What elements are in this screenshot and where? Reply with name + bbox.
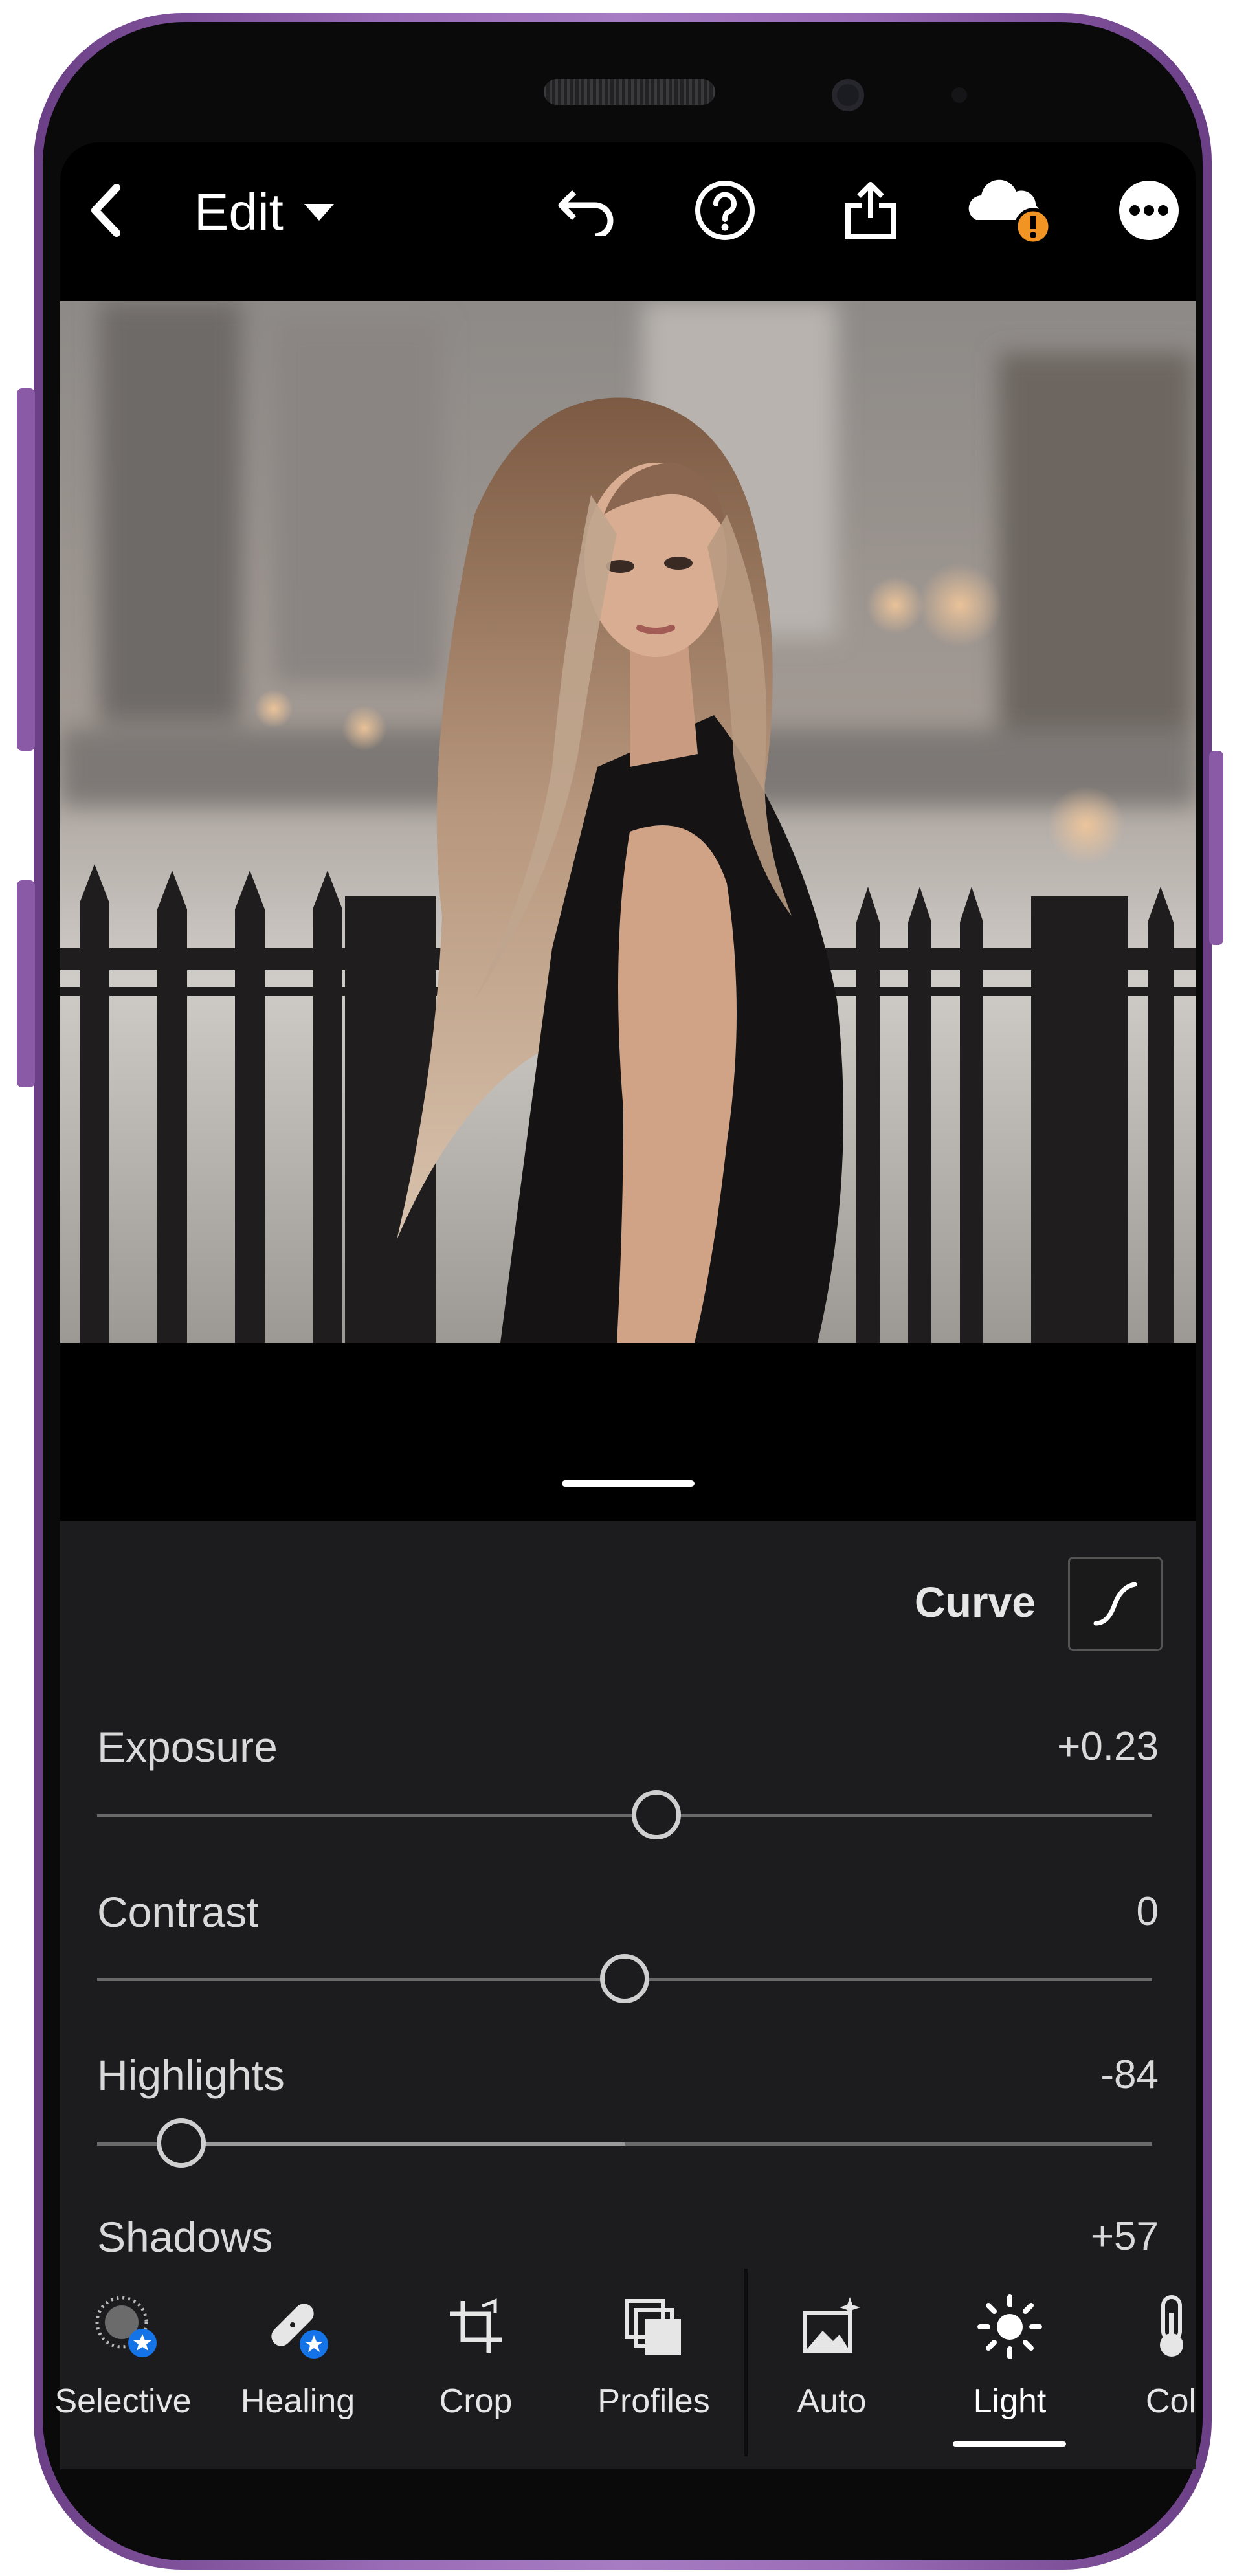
- earpiece-speaker: [544, 79, 715, 105]
- highlights-slider-thumb[interactable]: [157, 2118, 206, 2168]
- tool-auto[interactable]: Auto: [761, 2291, 903, 2440]
- tool-selective[interactable]: Selective: [52, 2291, 194, 2440]
- highlights-slider[interactable]: [97, 2111, 1152, 2176]
- highlights-row: Highlights -84: [97, 2047, 1159, 2105]
- contrast-slider[interactable]: [97, 1947, 1152, 2012]
- exposure-label: Exposure: [97, 1723, 278, 1771]
- tool-color[interactable]: Col: [1113, 2291, 1196, 2440]
- tool-crop-label: Crop: [439, 2382, 513, 2420]
- tool-crop[interactable]: Crop: [405, 2291, 547, 2440]
- light-sun-icon: [977, 2294, 1042, 2359]
- tool-healing-label: Healing: [240, 2382, 355, 2420]
- shadows-value[interactable]: +57: [1091, 2214, 1159, 2260]
- shadows-row: Shadows +57: [97, 2208, 1159, 2267]
- more-button[interactable]: [1117, 178, 1181, 243]
- exposure-slider-track: [97, 1814, 1152, 1817]
- toolbar-divider: [744, 2269, 748, 2456]
- tool-profiles[interactable]: Profiles: [579, 2291, 728, 2440]
- photo-preview[interactable]: [60, 301, 1196, 1343]
- exposure-value[interactable]: +0.23: [1057, 1724, 1159, 1770]
- healing-bandage-icon: [271, 2304, 328, 2359]
- back-button[interactable]: [81, 175, 133, 246]
- shadows-label: Shadows: [97, 2213, 273, 2261]
- exposure-slider-thumb[interactable]: [631, 1790, 681, 1839]
- tool-auto-label: Auto: [797, 2382, 867, 2420]
- selective-icon: [95, 2296, 157, 2357]
- curve-label-wrap: Curve: [906, 1573, 1036, 1631]
- help-icon: [695, 181, 755, 240]
- share-button[interactable]: [835, 175, 906, 246]
- back-chevron-icon: [91, 184, 120, 237]
- front-camera: [832, 79, 864, 111]
- curve-button[interactable]: [1068, 1557, 1163, 1651]
- tool-selective-label: Selective: [54, 2382, 192, 2420]
- bixby-button: [17, 880, 35, 1087]
- power-button: [1209, 751, 1223, 945]
- crop-icon: [450, 2298, 502, 2353]
- contrast-row: Contrast 0: [97, 1883, 1159, 1942]
- curve-icon: [1093, 1582, 1137, 1626]
- tool-light-label: Light: [973, 2382, 1047, 2420]
- highlights-slider-fill: [206, 2142, 625, 2146]
- help-button[interactable]: [689, 175, 761, 246]
- tool-healing[interactable]: Healing: [227, 2291, 369, 2440]
- caret-down-icon: [304, 204, 334, 221]
- contrast-label: Contrast: [97, 1888, 259, 1936]
- active-tab-indicator: [953, 2441, 1066, 2447]
- contrast-value[interactable]: 0: [1137, 1889, 1159, 1935]
- undo-button[interactable]: [550, 175, 621, 246]
- more-icon: [1119, 181, 1179, 240]
- curve-label: Curve: [914, 1578, 1036, 1626]
- highlights-label: Highlights: [97, 2051, 285, 2099]
- cloud-sync-button[interactable]: [961, 172, 1055, 249]
- profiles-icon: [625, 2299, 681, 2355]
- panel-grabber-handle[interactable]: [562, 1480, 695, 1487]
- highlights-value[interactable]: -84: [1100, 2052, 1159, 2098]
- auto-icon: [803, 2297, 860, 2353]
- tool-light[interactable]: Light: [939, 2291, 1081, 2447]
- color-thermometer-icon: [1160, 2295, 1183, 2357]
- volume-button: [17, 388, 35, 751]
- cloud-warning-icon: [968, 179, 1051, 245]
- contrast-slider-thumb[interactable]: [600, 1954, 649, 2003]
- undo-icon: [558, 190, 614, 236]
- tool-color-label: Col: [1146, 2382, 1196, 2420]
- proximity-sensor: [951, 87, 967, 103]
- share-icon: [845, 182, 896, 239]
- exposure-slider[interactable]: [97, 1783, 1152, 1848]
- exposure-row: Exposure +0.23: [97, 1718, 1159, 1777]
- tool-profiles-label: Profiles: [597, 2382, 710, 2420]
- page-title: Edit: [194, 183, 284, 241]
- edit-mode-dropdown[interactable]: Edit: [194, 180, 335, 245]
